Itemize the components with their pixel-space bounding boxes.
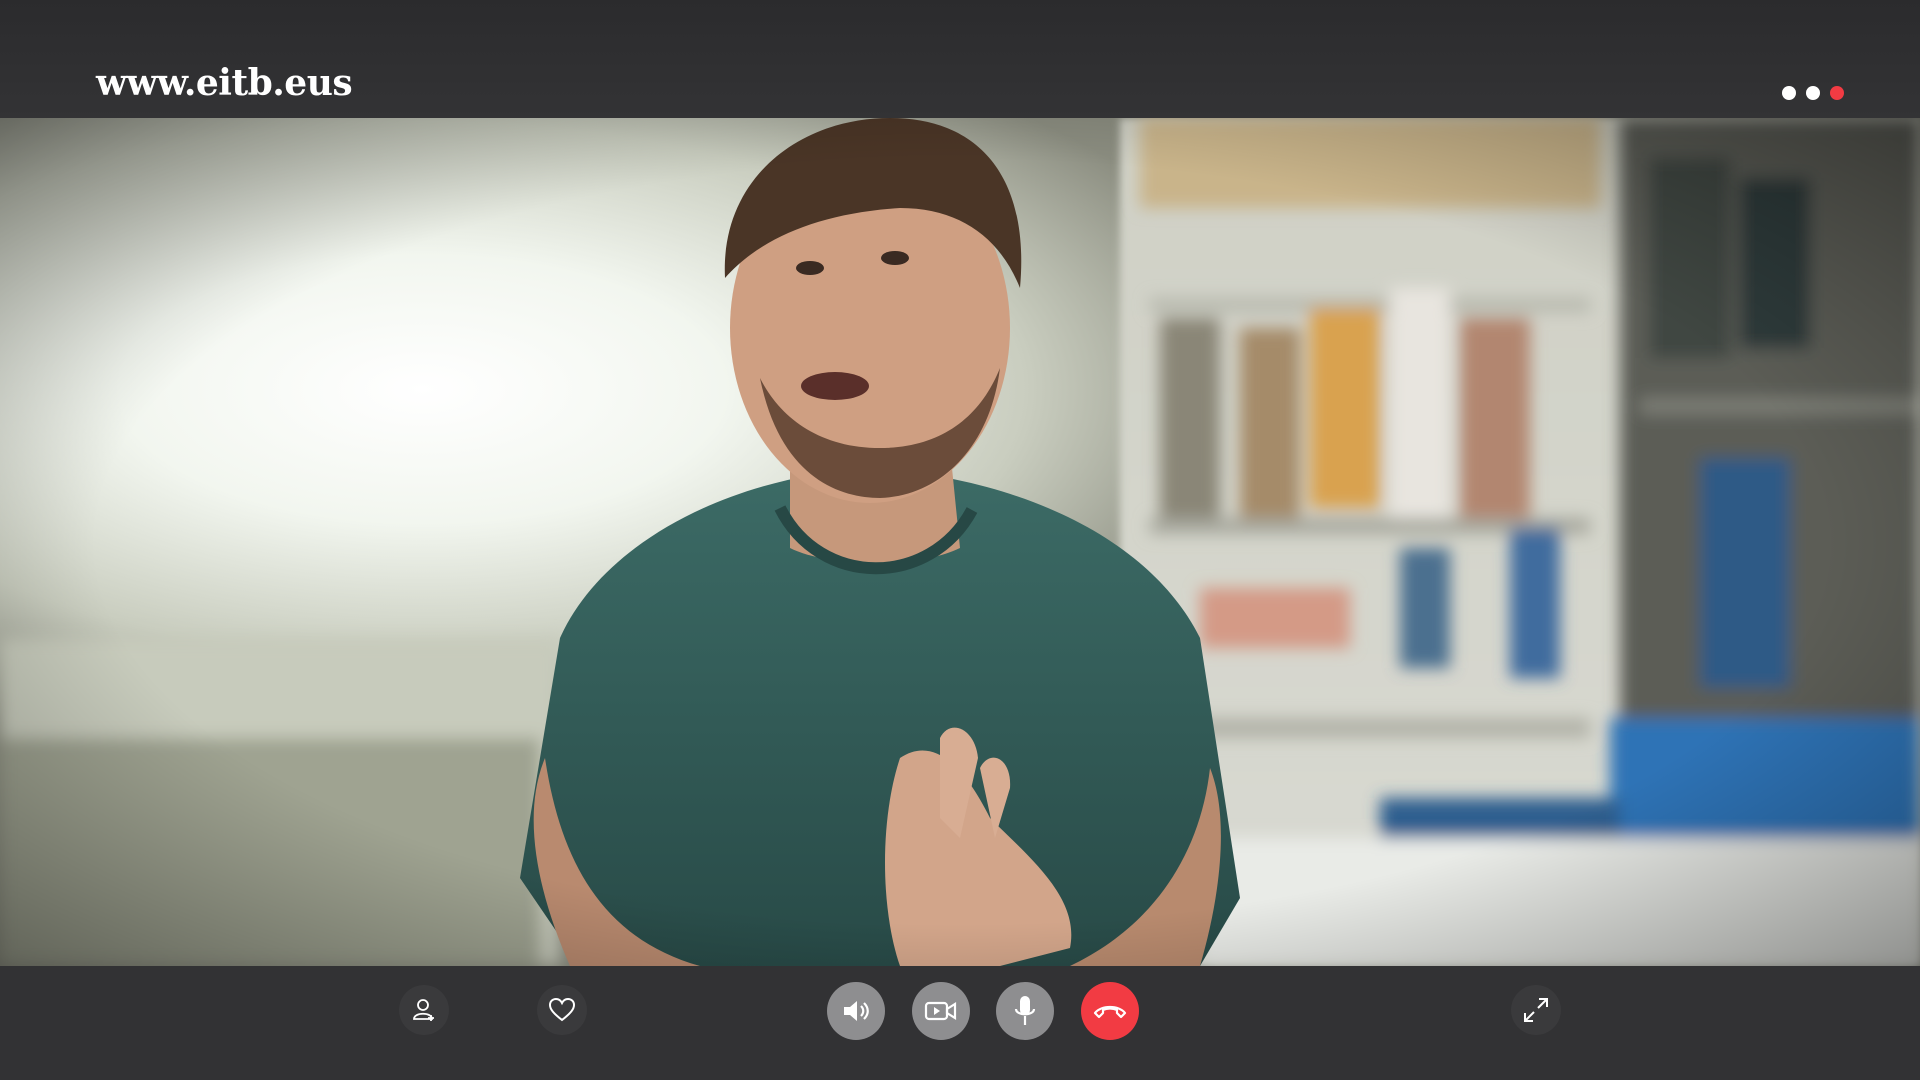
brand-logo: www.eitb.eus xyxy=(96,62,353,104)
microphone-icon xyxy=(1014,996,1036,1025)
dot-white-1[interactable] xyxy=(1782,86,1796,100)
camera-button[interactable] xyxy=(912,982,970,1040)
participant-video xyxy=(0,118,1920,966)
heart-icon xyxy=(548,997,576,1022)
fullscreen-button[interactable] xyxy=(1511,985,1561,1035)
phone-hangup-icon xyxy=(1093,1005,1127,1019)
video-camera-icon xyxy=(924,1001,957,1021)
favorite-button[interactable] xyxy=(537,985,587,1035)
dot-white-2[interactable] xyxy=(1806,86,1820,100)
hang-up-button[interactable] xyxy=(1081,982,1139,1040)
speaker-icon xyxy=(844,1001,869,1021)
speaker-button[interactable] xyxy=(827,982,885,1040)
video-frame xyxy=(0,118,1920,966)
dot-red[interactable] xyxy=(1830,86,1844,100)
window-dots xyxy=(1782,86,1844,100)
add-participant-button[interactable] xyxy=(399,985,449,1035)
add-user-icon xyxy=(413,999,434,1021)
video-call-window: www.eitb.eus xyxy=(0,0,1920,1080)
title-bar: www.eitb.eus xyxy=(0,0,1920,118)
microphone-button[interactable] xyxy=(996,982,1054,1040)
expand-icon xyxy=(1524,998,1548,1022)
